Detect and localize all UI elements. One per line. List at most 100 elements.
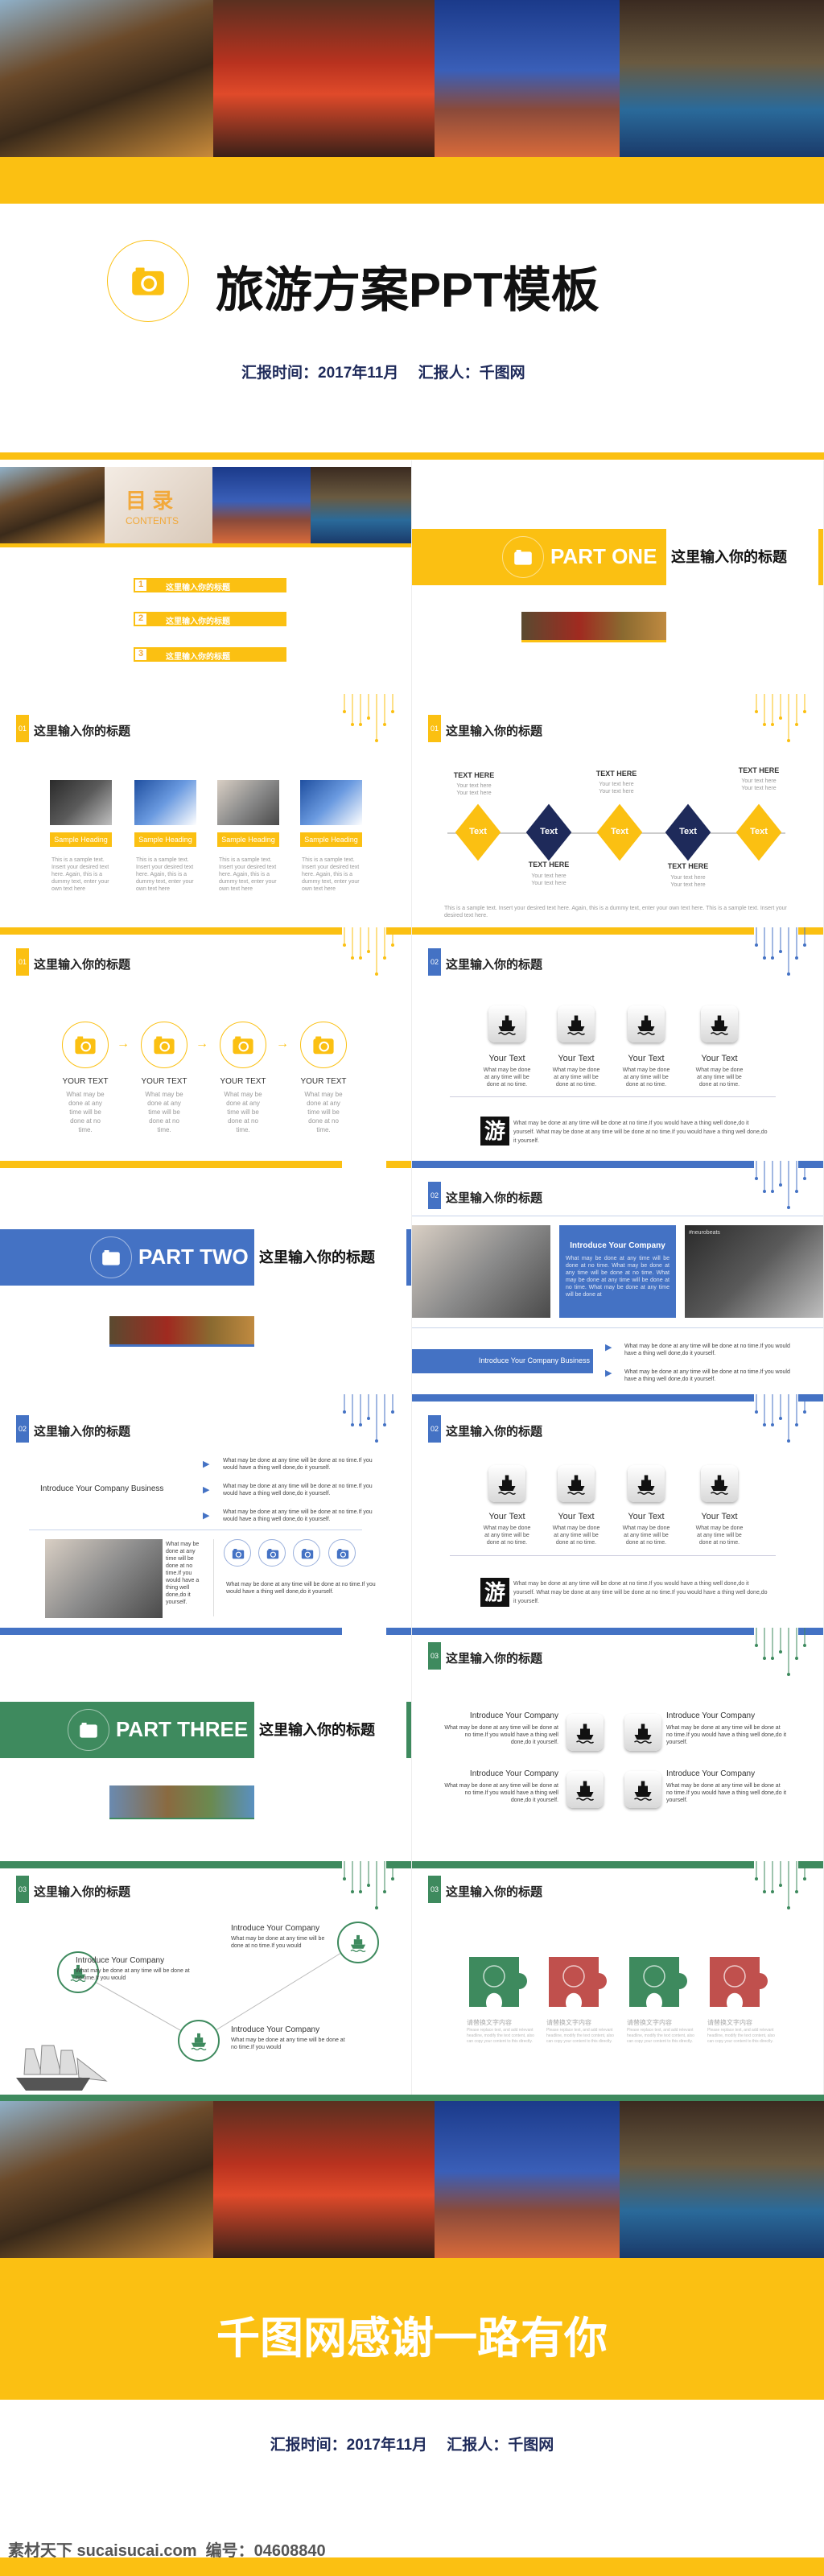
toc-title: 目 录: [126, 489, 174, 513]
part-label: PART ONE: [550, 544, 657, 568]
step-circle-3: [220, 1022, 266, 1068]
ship-tile-2: [558, 1005, 595, 1042]
icon-heading-1: Your Text: [488, 1512, 525, 1521]
ending-photo-teahouse: [620, 2101, 824, 2258]
slide-title: 这里输入你的标题: [446, 1885, 543, 1899]
step-body-1: What may be done at any time will be don…: [66, 1091, 105, 1133]
cruise-ship-icon: [631, 1720, 655, 1744]
slide-title: 这里输入你的标题: [34, 1425, 131, 1439]
icon-heading-2: Your Text: [558, 1054, 595, 1063]
slide-ships: 03 这里输入你的标题 Introduce Your Company What …: [0, 1861, 412, 2095]
slide-company-four: 03 这里输入你的标题 Introduce Your Company What …: [412, 1628, 824, 1861]
galleon-icon: [495, 1012, 519, 1036]
puzzle-piece-briefcase: [469, 1957, 542, 2013]
slide-cards: 01 这里输入你的标题 Sample Heading Sample Headin…: [0, 694, 412, 927]
ship-heading-2: Introduce Your Company: [231, 1924, 320, 1933]
slide-icon-grid: 02 这里输入你的标题 Your Text Your Text Your Tex…: [412, 927, 824, 1161]
ship-tile-2: [624, 1714, 661, 1751]
play-arrow-icon: ▶: [203, 1511, 210, 1521]
card-body-2: This is a sample text. Insert your desir…: [136, 857, 194, 892]
camera-icon: [74, 1034, 97, 1056]
slide-contents: 目 录 CONTENTS 1 这里输入你的标题 2 这里输入你的标题 3 这里输…: [0, 460, 412, 694]
step-body-4: What may be done at any time will be don…: [304, 1091, 343, 1133]
step-heading-1: YOUR TEXT: [62, 1077, 109, 1086]
diamond-label-4: Text: [679, 827, 697, 836]
cover-camera-circle: [107, 240, 189, 322]
camera-icon: [153, 1034, 175, 1056]
icon-grid-note: What may be done at any time will be don…: [513, 1121, 768, 1144]
ship-tile-4: [701, 1005, 738, 1042]
icon-body-2: What may be done at any time will be don…: [552, 1525, 600, 1546]
timeline-top-heading-3: TEXT HERE: [738, 766, 780, 774]
icon-heading-3: Your Text: [628, 1054, 665, 1063]
camera-icon: [232, 1547, 245, 1560]
toc-item-3[interactable]: 3 这里输入你的标题: [134, 647, 286, 662]
toc-item-label: 这里输入你的标题: [166, 653, 230, 662]
card-heading-1: Sample Heading: [50, 832, 112, 847]
hanging-lines-decor: [341, 927, 398, 984]
ship-tile-1: [488, 1465, 525, 1502]
top-bar: [412, 1628, 754, 1635]
divider-vertical: [213, 1539, 214, 1616]
ending-subtitle: 汇报时间：2017年11月 汇报人：千图网: [270, 2437, 554, 2454]
slide-part-one: PART ONE 这里输入你的标题: [412, 460, 824, 694]
camera-icon: [312, 1034, 335, 1056]
slide-title: 这里输入你的标题: [446, 1652, 543, 1666]
slide-part-two: PART TWO 这里输入你的标题: [0, 1161, 412, 1394]
part-edge: [406, 1229, 411, 1286]
business-band: Introduce Your Company Business: [412, 1349, 593, 1373]
ending-title: 千图网感谢一路有你: [216, 2314, 608, 2363]
icon-body-4: What may be done at any time will be don…: [695, 1067, 744, 1088]
slide-title: 这里输入你的标题: [446, 1191, 543, 1205]
ending-photo-lantern: [0, 2101, 213, 2258]
hanging-lines-decor: [341, 1394, 398, 1451]
step-circle-2: [141, 1022, 187, 1068]
part-title: 这里输入你的标题: [671, 549, 787, 565]
cover-photo-pagoda: [435, 0, 620, 157]
toc-photo-3: [212, 467, 311, 543]
toc-item-number: 2: [135, 613, 146, 625]
puzzle-heading-3: 请替换文字内容: [627, 2019, 672, 2026]
divider-bar: [0, 452, 824, 460]
steamship-icon: [631, 1777, 655, 1802]
sailing-ship-icon: [634, 1472, 658, 1496]
ship-heading-1: Introduce Your Company: [76, 1956, 165, 1965]
timeline-top-body-3: Your text here Your text here: [741, 778, 777, 791]
hanging-lines-decor: [753, 927, 810, 984]
icon-heading-2: Your Text: [558, 1512, 595, 1521]
camera-circle-3[interactable]: [293, 1539, 320, 1567]
toc-item-label: 这里输入你的标题: [166, 584, 230, 592]
camera-circle-4[interactable]: [328, 1539, 356, 1567]
camera-circle-1[interactable]: [224, 1539, 251, 1567]
toc-item-2[interactable]: 2 这里输入你的标题: [134, 612, 286, 626]
slide-title: 这里输入你的标题: [34, 724, 131, 738]
ship-tile-3: [628, 1005, 665, 1042]
toc-title-panel: 目 录 CONTENTS: [105, 467, 212, 543]
puzzle-piece-pencil: [629, 1957, 702, 2013]
steamship-icon: [564, 1012, 588, 1036]
step-circle-4: [300, 1022, 347, 1068]
diamond-label-1: Text: [469, 827, 487, 836]
hanging-lines-decor: [753, 1628, 810, 1684]
camera-icon: [130, 263, 166, 299]
slide-puzzle: 03 这里输入你的标题 请替换文字内容 请替换文字内容 请替换文字内容 请替换文…: [412, 1861, 824, 2095]
play-arrow-icon: ▶: [203, 1485, 210, 1495]
top-bar: [0, 2095, 824, 2101]
puzzle-body-4: Please replace text, and add relevant he…: [707, 2028, 775, 2044]
hanging-lines-decor: [753, 694, 810, 750]
slide-title: 这里输入你的标题: [446, 958, 543, 972]
part-camera-circle: [90, 1236, 132, 1278]
step-body-3: What may be done at any time will be don…: [224, 1091, 262, 1133]
ending-slide: 千图网感谢一路有你 汇报时间：2017年11月 汇报人：千图网 素材天下 suc…: [0, 2095, 824, 2576]
hanging-lines-decor: [753, 1861, 810, 1918]
business-label: Introduce Your Company Business: [40, 1484, 164, 1493]
laptop-photo: [412, 1225, 550, 1318]
section-number: 01: [428, 715, 441, 742]
part-title: 这里输入你的标题: [259, 1249, 375, 1265]
part-camera-circle: [68, 1709, 109, 1751]
toc-item-number: 3: [135, 649, 146, 660]
toc-item-1[interactable]: 1 这里输入你的标题: [134, 578, 286, 592]
puzzle-heading-4: 请替换文字内容: [707, 2019, 752, 2026]
camera-circle-2[interactable]: [258, 1539, 286, 1567]
cruise-ship-icon: [707, 1472, 731, 1496]
